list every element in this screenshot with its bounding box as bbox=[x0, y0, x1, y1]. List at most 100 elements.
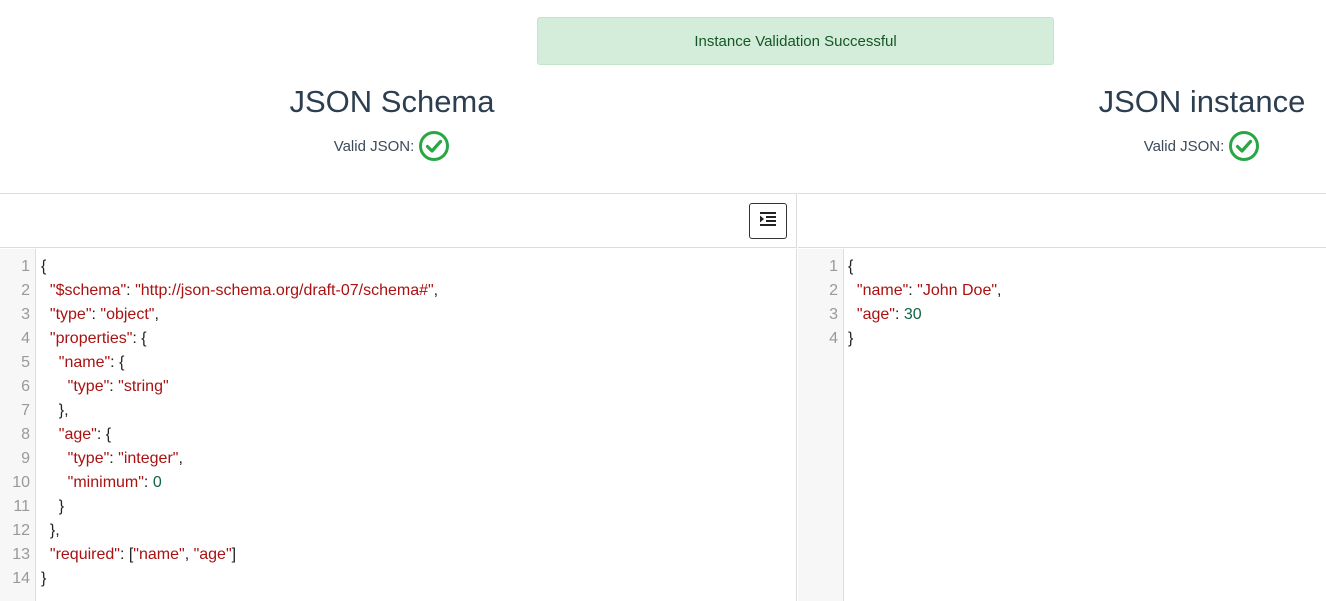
line-number: 10 bbox=[12, 474, 30, 491]
code-token: "age" bbox=[193, 546, 232, 563]
line-number: 7 bbox=[21, 402, 30, 419]
code-token: "integer" bbox=[118, 450, 179, 467]
code-token: "type" bbox=[67, 378, 110, 395]
code-line[interactable]: "age": 30 bbox=[848, 303, 1326, 327]
code-line[interactable]: "$schema": "http://json-schema.org/draft… bbox=[41, 279, 796, 303]
code-token: : bbox=[109, 450, 119, 467]
line-number: 11 bbox=[13, 498, 30, 515]
code-line[interactable]: "name": { bbox=[41, 351, 796, 375]
app-root: Instance Validation Successful JSON Sche… bbox=[0, 0, 1326, 601]
line-number: 3 bbox=[21, 306, 30, 323]
instance-editor-toolbar bbox=[798, 193, 1326, 248]
code-line[interactable]: }, bbox=[41, 519, 796, 543]
code-line[interactable]: "minimum": 0 bbox=[41, 471, 796, 495]
code-token: 0 bbox=[152, 474, 162, 491]
code-token: { bbox=[848, 258, 854, 275]
code-token: }, bbox=[41, 522, 60, 539]
code-line[interactable]: "required": ["name", "age"] bbox=[41, 543, 796, 567]
code-token: "age" bbox=[58, 426, 97, 443]
code-line[interactable]: "type": "integer", bbox=[41, 447, 796, 471]
line-number: 12 bbox=[12, 522, 30, 539]
code-token: : bbox=[143, 474, 153, 491]
schema-valid-label: Valid JSON: bbox=[333, 137, 415, 155]
code-token: ] bbox=[231, 546, 237, 563]
instance-editor[interactable]: 1 2 3 4 { "name": "John Doe", "age": 30} bbox=[798, 249, 1326, 601]
instance-valid-status: Valid JSON: bbox=[1144, 130, 1261, 162]
check-circle-icon bbox=[1228, 130, 1260, 162]
code-line[interactable]: }, bbox=[41, 399, 796, 423]
instance-editor-code[interactable]: { "name": "John Doe", "age": 30} bbox=[848, 255, 1326, 351]
code-line[interactable]: "properties": { bbox=[41, 327, 796, 351]
line-number: 9 bbox=[21, 450, 30, 467]
code-line[interactable]: "type": "string" bbox=[41, 375, 796, 399]
line-number: 1 bbox=[21, 258, 30, 275]
schema-editor-code[interactable]: { "$schema": "http://json-schema.org/dra… bbox=[41, 255, 796, 591]
code-line[interactable]: } bbox=[848, 327, 1326, 351]
code-line[interactable]: { bbox=[848, 255, 1326, 279]
check-circle-icon bbox=[418, 130, 450, 162]
instance-editor-gutter: 1 2 3 4 bbox=[798, 249, 844, 601]
code-token: : bbox=[126, 282, 136, 299]
code-token: "minimum" bbox=[67, 474, 144, 491]
code-token: : [ bbox=[119, 546, 134, 563]
format-schema-button[interactable] bbox=[749, 203, 787, 239]
code-line[interactable]: } bbox=[41, 495, 796, 519]
code-token: : bbox=[908, 282, 918, 299]
code-token: , bbox=[997, 282, 1002, 299]
code-token: , bbox=[184, 546, 194, 563]
validation-alert: Instance Validation Successful bbox=[537, 17, 1054, 65]
code-token: "name" bbox=[58, 354, 111, 371]
code-token: } bbox=[41, 498, 65, 515]
code-line[interactable]: } bbox=[41, 567, 796, 591]
schema-editor-gutter: 1 2 3 4 5 6 7 8 9 10 11 12 13 14 bbox=[0, 249, 36, 601]
line-number: 2 bbox=[21, 282, 30, 299]
code-token: "properties" bbox=[49, 330, 133, 347]
code-token: : bbox=[894, 306, 904, 323]
code-token: "age" bbox=[856, 306, 895, 323]
line-number: 13 bbox=[12, 546, 30, 563]
code-token: "type" bbox=[67, 450, 110, 467]
instance-panel-title: JSON instance bbox=[1098, 84, 1306, 119]
code-line[interactable]: "type": "object", bbox=[41, 303, 796, 327]
code-token: "object" bbox=[100, 306, 155, 323]
code-token: } bbox=[848, 330, 854, 347]
line-number: 2 bbox=[829, 282, 838, 299]
code-line[interactable]: { bbox=[41, 255, 796, 279]
code-token: }, bbox=[41, 402, 69, 419]
instance-panel-header: JSON instance Valid JSON: bbox=[1072, 82, 1326, 162]
code-token: { bbox=[41, 258, 47, 275]
code-token: : { bbox=[96, 426, 112, 443]
code-token: "required" bbox=[49, 546, 120, 563]
line-number: 4 bbox=[829, 330, 838, 347]
code-token: "http://json-schema.org/draft-07/schema#… bbox=[135, 282, 434, 299]
line-number: 3 bbox=[829, 306, 838, 323]
code-token: : { bbox=[110, 354, 125, 371]
code-token: , bbox=[154, 306, 159, 323]
code-line[interactable]: "name": "John Doe", bbox=[848, 279, 1326, 303]
code-token: , bbox=[178, 450, 183, 467]
instance-valid-label: Valid JSON: bbox=[1143, 137, 1225, 155]
line-number: 5 bbox=[21, 354, 30, 371]
line-number: 4 bbox=[21, 330, 30, 347]
code-line[interactable]: "age": { bbox=[41, 423, 796, 447]
code-token: "type" bbox=[49, 306, 92, 323]
code-token: "John Doe" bbox=[917, 282, 998, 299]
schema-editor[interactable]: 1 2 3 4 5 6 7 8 9 10 11 12 13 14 { "$schema": "http:/… bbox=[0, 249, 797, 601]
code-token: : bbox=[109, 378, 119, 395]
indent-icon bbox=[760, 211, 776, 231]
code-token: "name" bbox=[133, 546, 185, 563]
code-token: } bbox=[41, 570, 47, 587]
schema-panel-header: JSON Schema Valid JSON: bbox=[0, 82, 784, 162]
line-number: 6 bbox=[21, 378, 30, 395]
